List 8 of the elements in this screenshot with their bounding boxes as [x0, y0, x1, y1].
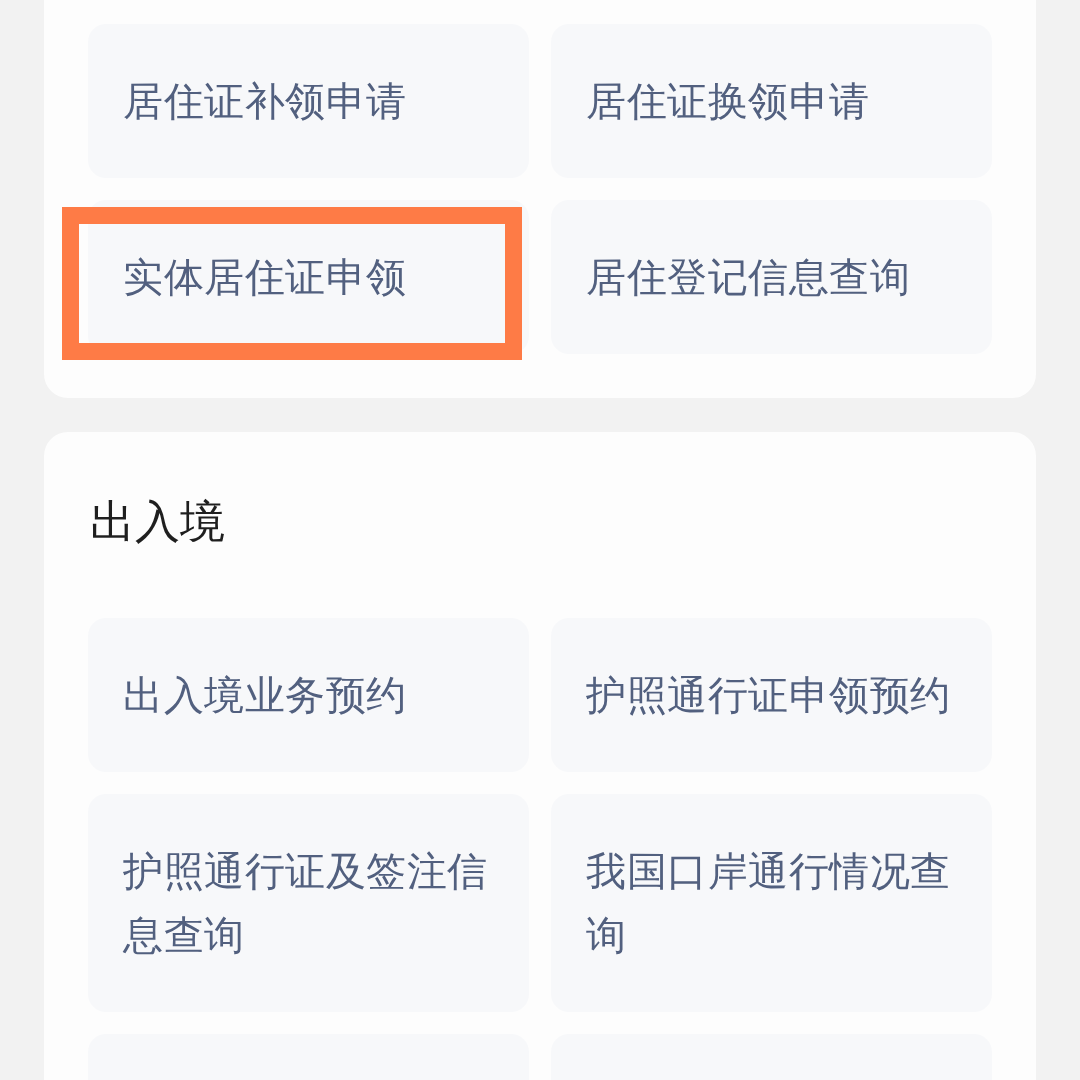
service-tile[interactable]: 出入境业务预约 — [88, 618, 529, 772]
service-tile[interactable]: 居住证补领申请 — [88, 24, 529, 178]
service-tile[interactable]: 居住证换领申请 — [551, 24, 992, 178]
service-tile[interactable]: 居住登记信息查询 — [551, 200, 992, 354]
section-title: 出入境 — [89, 494, 225, 550]
service-tile[interactable]: 护照通行证及签注信息查询 — [88, 794, 529, 1012]
service-tile[interactable]: 我国口岸通行情况查询 — [551, 794, 992, 1012]
service-tile[interactable]: 护照通行证申领预约 — [551, 618, 992, 772]
